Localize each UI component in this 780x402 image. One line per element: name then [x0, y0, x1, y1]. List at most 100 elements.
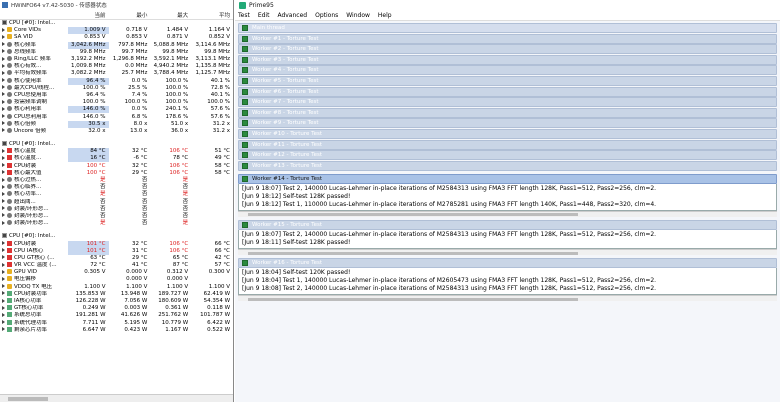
expand-arrow-icon[interactable]	[2, 114, 5, 119]
col-avg[interactable]: 平均	[191, 11, 233, 19]
sensor-row[interactable]: 剩余芯片功率 6.647 W 0.423 W 1.167 W 0.522 W	[0, 326, 233, 334]
sensor-row[interactable]: CPU封装功率 135.853 W 13.948 W 189.727 W 62.419 …	[0, 290, 233, 298]
scroll-thumb[interactable]	[248, 251, 578, 255]
sensor-row[interactable]: 核心温度... 16 °C -6 °C 78 °C 49 °C	[0, 155, 233, 163]
sensor-row[interactable]: CPU封装 101 °C 32 °C 106 °C 66 °C	[0, 240, 233, 248]
hwinfo-horizontal-scrollbar[interactable]	[0, 394, 233, 402]
sensor-row[interactable]: 系统总功率 191.281 W 41.626 W 251.762 W 101.787 W	[0, 312, 233, 319]
expand-arrow-icon[interactable]	[2, 99, 5, 104]
menu-window[interactable]: Window	[346, 12, 370, 19]
expand-arrow-icon[interactable]	[2, 320, 5, 325]
worker-log[interactable]: [Jun 9 18:07] Test 2, 140000 Lucas-Lehme…	[238, 230, 777, 249]
sensor-row[interactable]: VDDQ TX 电压 1.100 V 1.100 V 1.100 V 1.100 V	[0, 283, 233, 291]
expand-arrow-icon[interactable]	[2, 155, 5, 160]
expand-arrow-icon[interactable]	[2, 269, 5, 274]
expand-arrow-icon[interactable]	[2, 312, 5, 317]
expand-arrow-icon[interactable]	[2, 92, 5, 97]
worker-window-bar[interactable]: Worker #1 - Torture Test	[238, 33, 777, 44]
sensor-row[interactable]: 核心使用率 96.4 % 0.0 % 100.0 % 40.1 %	[0, 77, 233, 85]
expand-arrow-icon[interactable]	[2, 27, 5, 32]
expand-arrow-icon[interactable]	[2, 70, 5, 75]
worker-log[interactable]: [Jun 9 18:07] Test 2, 140000 Lucas-Lehme…	[238, 183, 777, 211]
sensor-row[interactable]: 按需频率调制 100.0 % 100.0 % 100.0 % 100.0 %	[0, 99, 233, 106]
expand-arrow-icon[interactable]	[2, 262, 5, 267]
expand-arrow-icon[interactable]	[2, 78, 5, 83]
worker-log[interactable]: [Jun 9 18:04] Self-test 120K passed! [Jun…	[238, 268, 777, 296]
sensor-row[interactable]: 核心最大值 100 °C 29 °C 106 °C 58 °C	[0, 169, 233, 177]
expand-arrow-icon[interactable]	[2, 284, 5, 289]
sensor-row[interactable]: CPU总利用率 146.0 % 6.8 % 178.6 % 57.6 %	[0, 113, 233, 120]
sensor-row[interactable]: 系统代理功率 7.711 W 5.195 W 10.779 W 6.422 W	[0, 319, 233, 327]
sensor-row[interactable]: Uncore 倍频 32.0 x 13.0 x 36.0 x 31.2 x	[0, 127, 233, 135]
menu-edit[interactable]: Edit	[258, 12, 270, 19]
worker-window-bar[interactable]: Worker #13 - Torture Test	[238, 160, 777, 171]
expand-arrow-icon[interactable]	[2, 56, 5, 61]
sensor-row[interactable]: 核心频率 3,042.6 MHz 797.8 MHz 5,088.8 MHz 3,114…	[0, 41, 233, 49]
sensor-row[interactable]: 封装/环形总... 是 否 是	[0, 220, 233, 227]
sensor-section-header[interactable]: CPU [#0]: Intel...	[0, 233, 233, 241]
worker-window-bar[interactable]: Worker #5 - Torture Test	[238, 75, 777, 87]
sensor-list[interactable]: CPU [#0]: Intel... Core VIDs 1.009 V 0.718 …	[0, 20, 233, 334]
sensor-section-header[interactable]: CPU [#0]: Intel...	[0, 20, 233, 28]
sensor-row[interactable]: 总线频率 99.8 MHz 99.7 MHz 99.8 MHz 99.8 MHz	[0, 48, 233, 56]
main-thread-window-bar[interactable]: Main thread	[238, 23, 777, 34]
expand-arrow-icon[interactable]	[2, 177, 5, 182]
expand-arrow-icon[interactable]	[2, 49, 5, 54]
col-current[interactable]: 当前	[68, 11, 109, 19]
pane-horizontal-scrollbar[interactable]	[238, 249, 777, 255]
sensor-row[interactable]: Ring/LLC 频率 3,192.2 MHz 1,296.8 MHz 3,592.1…	[0, 56, 233, 63]
sensor-row[interactable]: SA VID 0.853 V 0.853 V 0.871 V 0.852 V	[0, 34, 233, 41]
expand-arrow-icon[interactable]	[2, 184, 5, 189]
col-min[interactable]: 最小	[109, 11, 151, 19]
expand-arrow-icon[interactable]	[2, 106, 5, 111]
col-max[interactable]: 最大	[150, 11, 191, 19]
pane-horizontal-scrollbar[interactable]	[238, 210, 777, 217]
scroll-thumb[interactable]	[248, 213, 578, 217]
worker-pane[interactable]: Worker #14 - Torture Test [Jun 9 18:07] T…	[238, 173, 777, 217]
worker-window-bar[interactable]: Worker #12 - Torture Test	[238, 150, 777, 161]
expand-arrow-icon[interactable]	[2, 291, 5, 296]
expand-arrow-icon[interactable]	[2, 248, 5, 253]
menu-advanced[interactable]: Advanced	[277, 12, 307, 19]
menu-options[interactable]: Options	[315, 12, 338, 19]
sensor-row[interactable]: 核心利用率 146.0 % 0.0 % 240.1 % 57.6 %	[0, 106, 233, 114]
expand-arrow-icon[interactable]	[2, 255, 5, 260]
worker-window-bar[interactable]: Worker #2 - Torture Test	[238, 44, 777, 55]
sensor-row[interactable]: CPU GT核心 (... 63 °C 29 °C 65 °C 42 °C	[0, 254, 233, 262]
sensor-row[interactable]: 平均有效频率 3,082.2 MHz 25.7 MHz 3,788.4 MHz 1,12…	[0, 70, 233, 77]
sensor-row[interactable]: 封装/环形总... 否 否 否	[0, 205, 233, 213]
expand-arrow-icon[interactable]	[2, 305, 5, 310]
expand-arrow-icon[interactable]	[2, 298, 5, 303]
sensor-row[interactable]: CPU总使用率 96.4 % 7.4 % 100.0 % 40.1 %	[0, 91, 233, 99]
expand-arrow-icon[interactable]	[2, 199, 5, 204]
worker-pane[interactable]: Worker #15 - Torture Test [Jun 9 18:07] T…	[238, 219, 777, 255]
worker-window-bar[interactable]: Worker #4 - Torture Test	[238, 65, 777, 76]
sensor-row[interactable]: 核心有效... 1,009.8 MHz 0.0 MHz 4,940.2 MHz 1,13…	[0, 63, 233, 70]
scroll-thumb[interactable]	[248, 297, 578, 301]
worker-pane[interactable]: Worker #16 - Torture Test [Jun 9 18:04] S…	[238, 258, 777, 302]
expand-arrow-icon[interactable]	[2, 327, 5, 332]
expand-arrow-icon[interactable]	[2, 63, 5, 68]
worker-window-bar[interactable]: Worker #7 - Torture Test	[238, 97, 777, 108]
expand-arrow-icon[interactable]	[2, 163, 5, 168]
menu-help[interactable]: Help	[378, 12, 392, 19]
sensor-row[interactable]: GPU VID 0.305 V 0.000 V 0.312 V 0.300 V	[0, 269, 233, 276]
sensor-row[interactable]: CPU IA核心 101 °C 31 °C 106 °C 66 °C	[0, 247, 233, 255]
worker-pane-titlebar[interactable]: Worker #16 - Torture Test	[238, 258, 777, 269]
sensor-row[interactable]: 最大CPU/线程... 100.0 % 25.5 % 100.0 % 72.8 %	[0, 84, 233, 92]
sensor-row[interactable]: Core VIDs 1.009 V 0.718 V 1.484 V 1.164 V	[0, 27, 233, 35]
worker-pane-titlebar[interactable]: Worker #15 - Torture Test	[238, 219, 777, 230]
expand-arrow-icon[interactable]	[2, 213, 5, 218]
expand-arrow-icon[interactable]	[2, 241, 5, 246]
sensor-row[interactable]: 核心倍频 30.5 x 8.0 x 51.0 x 31.2 x	[0, 120, 233, 128]
sensor-row[interactable]: 核心温度 84 °C 32 °C 106 °C 51 °C	[0, 148, 233, 156]
worker-window-bar[interactable]: Worker #3 - Torture Test	[238, 54, 777, 65]
scroll-thumb[interactable]	[8, 397, 48, 401]
expand-arrow-icon[interactable]	[2, 121, 5, 126]
expand-arrow-icon[interactable]	[2, 220, 5, 225]
worker-window-bar[interactable]: Worker #6 - Torture Test	[238, 86, 777, 97]
expand-arrow-icon[interactable]	[2, 206, 5, 211]
sensor-row[interactable]: 核心临界... 否否否	[0, 184, 233, 191]
sensor-row[interactable]: 核心过热... 是 否 是	[0, 177, 233, 184]
sensor-row[interactable]: GT核心功率 0.249 W 0.003 W 0.361 W 0.118 W	[0, 305, 233, 312]
